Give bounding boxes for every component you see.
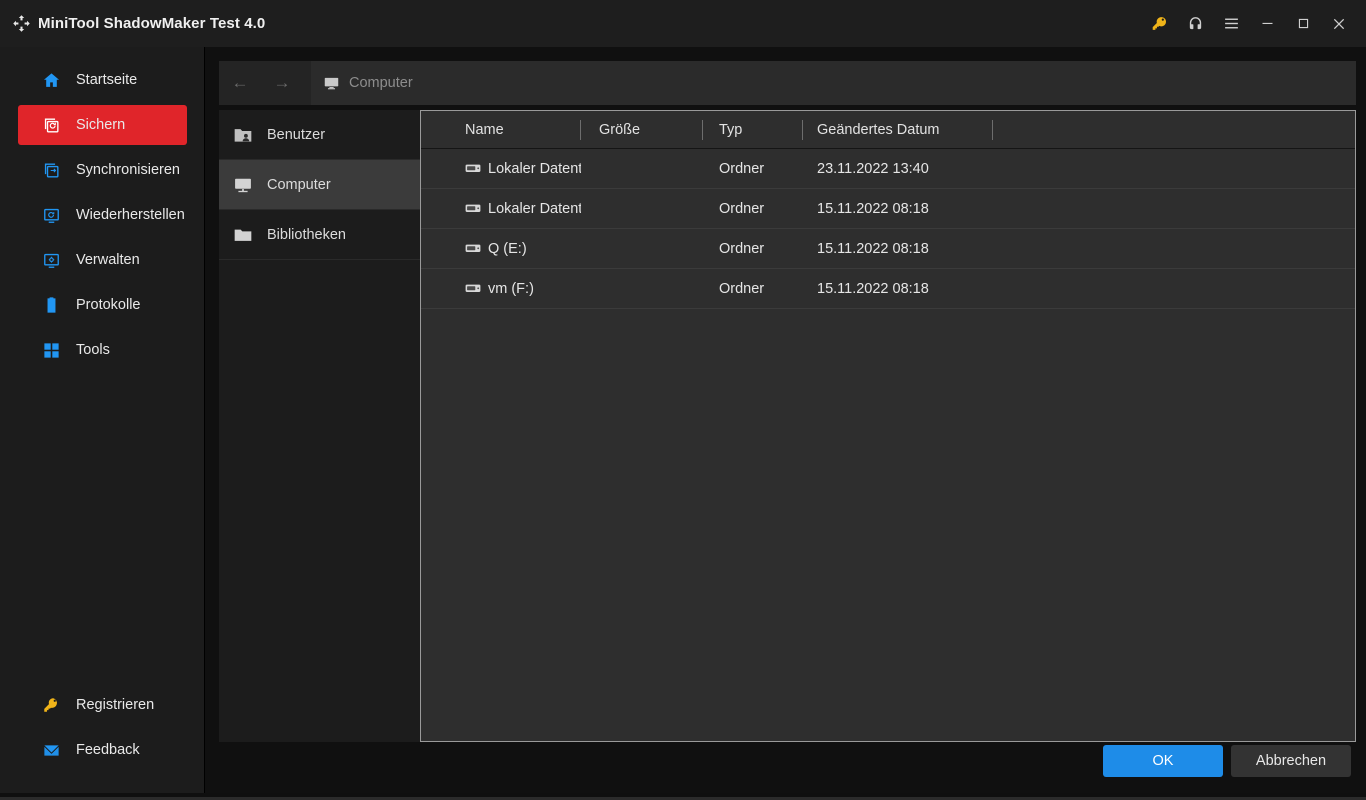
breadcrumb[interactable]: Computer bbox=[311, 61, 1356, 105]
cancel-button[interactable]: Abbrechen bbox=[1231, 745, 1351, 777]
sidebar-item-registrieren[interactable]: Registrieren bbox=[18, 685, 187, 725]
user-folder-icon bbox=[232, 124, 254, 146]
backup-icon bbox=[41, 115, 61, 135]
cell-date: 15.11.2022 08:18 bbox=[817, 240, 929, 257]
title-bar: MiniTool ShadowMaker Test 4.0 bbox=[0, 0, 1366, 47]
column-header-spacer bbox=[993, 111, 1355, 149]
sync-icon bbox=[41, 160, 61, 180]
address-bar: ← → Computer bbox=[219, 61, 1356, 105]
logs-icon bbox=[41, 295, 61, 315]
sidebar-item-feedback[interactable]: Feedback bbox=[18, 730, 187, 770]
manage-icon bbox=[41, 250, 61, 270]
cell-date: 23.11.2022 13:40 bbox=[817, 160, 929, 177]
minimize-icon[interactable] bbox=[1249, 0, 1285, 47]
mail-icon bbox=[41, 740, 61, 760]
table-row[interactable]: Q (E:) Ordner 15.11.2022 08:18 bbox=[421, 229, 1355, 269]
window-title: MiniTool ShadowMaker Test 4.0 bbox=[38, 15, 266, 32]
sidebar-item-label: Wiederherstellen bbox=[76, 207, 185, 223]
column-header-name[interactable]: Name bbox=[421, 111, 581, 149]
sidebar-item-wiederherstellen[interactable]: Wiederherstellen bbox=[18, 195, 187, 235]
sidebar-item-label: Startseite bbox=[76, 72, 138, 88]
column-header-size[interactable]: Größe bbox=[581, 111, 703, 149]
tree-item-label: Bibliotheken bbox=[267, 226, 346, 243]
tools-icon bbox=[41, 340, 61, 360]
cell-name: Lokaler Datenträ… bbox=[421, 201, 581, 217]
key-icon bbox=[41, 695, 61, 715]
drive-icon bbox=[465, 243, 481, 255]
table-row[interactable]: vm (F:) Ordner 15.11.2022 08:18 bbox=[421, 269, 1355, 309]
content-area: ← → Computer Benutzer Computer Bibliothe… bbox=[205, 47, 1366, 793]
cell-type: Ordner bbox=[719, 200, 765, 217]
monitor-icon bbox=[232, 174, 254, 196]
table-row[interactable]: Lokaler Datenträ… Ordner 15.11.2022 08:1… bbox=[421, 189, 1355, 229]
headset-icon[interactable] bbox=[1177, 0, 1213, 47]
shadowmaker-logo-icon bbox=[10, 13, 32, 35]
key-icon[interactable] bbox=[1141, 0, 1177, 47]
sidebar-item-label: Synchronisieren bbox=[76, 162, 180, 178]
sidebar-item-sichern[interactable]: Sichern bbox=[18, 105, 187, 145]
drive-icon bbox=[465, 163, 481, 175]
cell-type: Ordner bbox=[719, 160, 765, 177]
file-list: Name Größe Typ Geändertes Datum Lokaler bbox=[420, 110, 1356, 742]
forward-arrow-icon[interactable]: → bbox=[261, 61, 303, 105]
sidebar-item-label: Sichern bbox=[76, 117, 126, 133]
maximize-icon[interactable] bbox=[1285, 0, 1321, 47]
sidebar-bottom-nav: Registrieren Feedback bbox=[0, 685, 204, 775]
sidebar-item-label: Protokolle bbox=[76, 297, 141, 313]
menu-icon[interactable] bbox=[1213, 0, 1249, 47]
sidebar-item-startseite[interactable]: Startseite bbox=[18, 60, 187, 100]
cell-name: Lokaler Datenträ… bbox=[421, 161, 581, 177]
cell-name: vm (F:) bbox=[421, 281, 581, 297]
column-header-date[interactable]: Geändertes Datum bbox=[803, 111, 993, 149]
ok-button[interactable]: OK bbox=[1103, 745, 1223, 777]
window-controls bbox=[1141, 0, 1366, 47]
sidebar-item-tools[interactable]: Tools bbox=[18, 330, 187, 370]
file-name-label: vm (F:) bbox=[488, 280, 534, 297]
sidebar-item-label: Feedback bbox=[76, 742, 140, 758]
home-icon bbox=[41, 70, 61, 90]
tree-item-computer[interactable]: Computer bbox=[219, 160, 421, 210]
tree-item-label: Benutzer bbox=[267, 126, 326, 143]
application-window: MiniTool ShadowMaker Test 4.0 Startseite… bbox=[0, 0, 1366, 800]
table-row[interactable]: Lokaler Datenträ… Ordner 23.11.2022 13:4… bbox=[421, 149, 1355, 189]
drive-icon bbox=[465, 283, 481, 295]
drive-icon bbox=[465, 203, 481, 215]
restore-icon bbox=[41, 205, 61, 225]
back-arrow-icon[interactable]: ← bbox=[219, 61, 261, 105]
cell-date: 15.11.2022 08:18 bbox=[817, 280, 929, 297]
sidebar-item-label: Registrieren bbox=[76, 697, 155, 713]
file-name-label: Lokaler Datenträ… bbox=[488, 160, 581, 177]
folder-icon bbox=[232, 224, 254, 246]
tree-item-benutzer[interactable]: Benutzer bbox=[219, 110, 421, 160]
sidebar-item-synchronisieren[interactable]: Synchronisieren bbox=[18, 150, 187, 190]
breadcrumb-label: Computer bbox=[349, 75, 413, 91]
close-icon[interactable] bbox=[1321, 0, 1357, 47]
cell-type: Ordner bbox=[719, 240, 765, 257]
sidebar-item-label: Tools bbox=[76, 342, 110, 358]
dialog-footer: OK Abbrechen bbox=[205, 745, 1366, 777]
file-list-header: Name Größe Typ Geändertes Datum bbox=[421, 111, 1355, 149]
column-header-type[interactable]: Typ bbox=[703, 111, 803, 149]
sidebar-nav: Startseite Sichern Synchronisieren Wiede… bbox=[0, 60, 204, 375]
cell-name: Q (E:) bbox=[421, 241, 581, 257]
monitor-icon bbox=[323, 75, 340, 92]
tree-item-label: Computer bbox=[267, 176, 331, 193]
file-name-label: Lokaler Datenträ… bbox=[488, 200, 581, 217]
tree-panel: Benutzer Computer Bibliotheken bbox=[219, 110, 421, 742]
cell-type: Ordner bbox=[719, 280, 765, 297]
cell-date: 15.11.2022 08:18 bbox=[817, 200, 929, 217]
sidebar-item-protokolle[interactable]: Protokolle bbox=[18, 285, 187, 325]
file-name-label: Q (E:) bbox=[488, 240, 527, 257]
sidebar-item-label: Verwalten bbox=[76, 252, 140, 268]
tree-item-bibliotheken[interactable]: Bibliotheken bbox=[219, 210, 421, 260]
sidebar: Startseite Sichern Synchronisieren Wiede… bbox=[0, 47, 204, 793]
sidebar-item-verwalten[interactable]: Verwalten bbox=[18, 240, 187, 280]
